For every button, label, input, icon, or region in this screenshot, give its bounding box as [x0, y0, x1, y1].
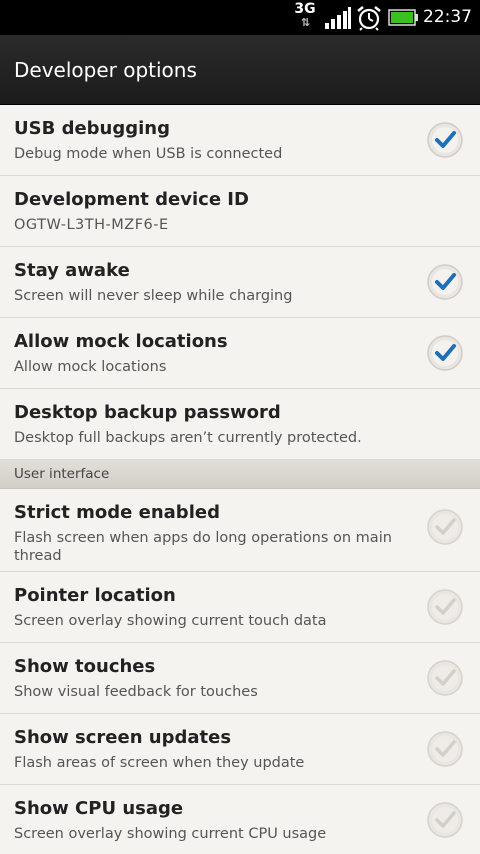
- setting-strict-mode[interactable]: Strict mode enabled Flash screen when ap…: [0, 489, 480, 572]
- setting-title: Strict mode enabled: [14, 502, 220, 523]
- setting-summary: Show visual feedback for touches: [14, 684, 258, 700]
- setting-stay-awake[interactable]: Stay awake Screen will never sleep while…: [0, 247, 480, 318]
- checkbox-checked-icon[interactable]: [426, 334, 464, 372]
- setting-title: Pointer location: [14, 585, 176, 606]
- section-header-user-interface: User interface: [0, 460, 480, 489]
- title-bar: Developer options: [0, 35, 480, 105]
- setting-title: Show touches: [14, 656, 156, 677]
- setting-summary: Screen will never sleep while charging: [14, 288, 293, 304]
- setting-title: Desktop backup password: [14, 402, 281, 423]
- setting-desktop-backup-password[interactable]: Desktop backup password Desktop full bac…: [0, 389, 480, 460]
- checkbox-checked-icon[interactable]: [426, 263, 464, 301]
- battery-icon: [388, 9, 418, 26]
- setting-title: Show CPU usage: [14, 798, 184, 819]
- network-3g-icon: 3G ⇅: [294, 1, 316, 29]
- setting-summary: Debug mode when USB is connected: [14, 146, 283, 162]
- section-label: User interface: [14, 466, 110, 482]
- alarm-icon: [357, 6, 381, 31]
- setting-show-cpu-usage[interactable]: Show CPU usage Screen overlay showing cu…: [0, 785, 480, 854]
- setting-development-device-id[interactable]: Development device ID OGTW-L3TH-MZF6-E: [0, 176, 480, 247]
- setting-usb-debugging[interactable]: USB debugging Debug mode when USB is con…: [0, 105, 480, 176]
- signal-icon: [325, 7, 351, 29]
- checkbox-checked-icon[interactable]: [426, 121, 464, 159]
- checkbox-unchecked-icon[interactable]: [426, 730, 464, 768]
- checkbox-unchecked-icon[interactable]: [426, 588, 464, 626]
- setting-summary: Flash areas of screen when they update: [14, 755, 305, 771]
- checkbox-unchecked-icon[interactable]: [426, 801, 464, 839]
- setting-show-touches[interactable]: Show touches Show visual feedback for to…: [0, 643, 480, 714]
- setting-title: Show screen updates: [14, 727, 232, 748]
- setting-title: Allow mock locations: [14, 331, 228, 352]
- setting-title: Development device ID: [14, 189, 249, 210]
- status-bar: 3G ⇅ 22:37: [0, 0, 480, 35]
- checkbox-unchecked-icon[interactable]: [426, 659, 464, 697]
- checkbox-unchecked-icon[interactable]: [426, 508, 464, 546]
- setting-title: Stay awake: [14, 260, 130, 281]
- setting-pointer-location[interactable]: Pointer location Screen overlay showing …: [0, 572, 480, 643]
- status-clock: 22:37: [423, 7, 472, 27]
- setting-summary: Flash screen when apps do long operation…: [14, 530, 392, 564]
- setting-summary: Allow mock locations: [14, 359, 167, 375]
- setting-summary: Screen overlay showing current CPU usage: [14, 826, 327, 842]
- setting-title: USB debugging: [14, 118, 170, 139]
- setting-allow-mock-locations[interactable]: Allow mock locations Allow mock location…: [0, 318, 480, 389]
- setting-show-screen-updates[interactable]: Show screen updates Flash areas of scree…: [0, 714, 480, 785]
- setting-summary: Screen overlay showing current touch dat…: [14, 613, 327, 629]
- page-title: Developer options: [14, 58, 197, 82]
- settings-list: USB debugging Debug mode when USB is con…: [0, 105, 480, 854]
- setting-summary: Desktop full backups aren’t currently pr…: [14, 430, 362, 446]
- setting-summary: OGTW-L3TH-MZF6-E: [14, 217, 169, 233]
